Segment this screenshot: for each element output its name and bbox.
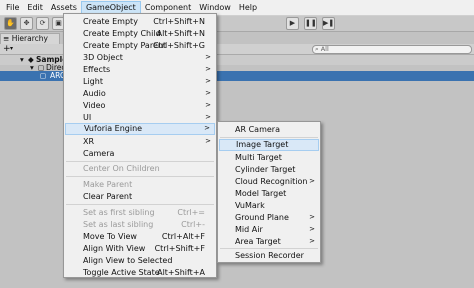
menu-item-area-target[interactable]: Area Target >: [219, 236, 319, 247]
chevron-right-icon: >: [309, 237, 315, 245]
chevron-right-icon: >: [205, 53, 211, 61]
menu-file[interactable]: File: [2, 1, 23, 15]
hand-tool-icon[interactable]: ✋: [4, 17, 17, 30]
menu-item-vuforia-engine[interactable]: Vuforia Engine >: [65, 123, 215, 135]
chevron-right-icon: >: [205, 113, 211, 121]
gameobject-icon: ◻: [40, 71, 47, 80]
hierarchy-search-input[interactable]: ⌕ All: [312, 45, 472, 54]
chevron-right-icon: >: [309, 177, 315, 185]
search-icon: ⌕: [315, 45, 319, 53]
menu-item-image-target[interactable]: Image Target: [219, 139, 319, 151]
chevron-right-icon: >: [309, 213, 315, 221]
chevron-right-icon: >: [205, 101, 211, 109]
menu-item-light[interactable]: Light >: [65, 76, 215, 87]
pause-icon[interactable]: ❚❚: [304, 17, 317, 30]
menu-item-mid-air[interactable]: Mid Air >: [219, 224, 319, 235]
menu-item-cylinder-target[interactable]: Cylinder Target: [219, 164, 319, 175]
menu-item-clear-parent[interactable]: Clear Parent: [65, 191, 215, 202]
move-tool-icon[interactable]: ✥: [20, 17, 33, 30]
chevron-right-icon: >: [205, 77, 211, 85]
menu-item-set-last-sibling[interactable]: Set as last sibling Ctrl+-: [65, 219, 215, 230]
step-icon[interactable]: ▶❚: [322, 17, 335, 30]
menu-item-toggle-active-state[interactable]: Toggle Active State Alt+Shift+A: [65, 267, 215, 278]
menu-separator: [66, 161, 214, 162]
play-icon[interactable]: ▶: [286, 17, 299, 30]
menu-item-cloud-recognition[interactable]: Cloud Recognition >: [219, 176, 319, 187]
chevron-right-icon: >: [204, 124, 210, 132]
chevron-right-icon: >: [205, 137, 211, 145]
menu-separator: [66, 204, 214, 205]
chevron-down-icon[interactable]: ▾: [10, 44, 13, 54]
menu-item-align-with-view[interactable]: Align With View Ctrl+Shift+F: [65, 243, 215, 254]
menu-item-align-view-to-selected[interactable]: Align View to Selected: [65, 255, 215, 266]
menu-item-move-to-view[interactable]: Move To View Ctrl+Alt+F: [65, 231, 215, 242]
menu-item-ground-plane[interactable]: Ground Plane >: [219, 212, 319, 223]
menu-separator: [220, 137, 318, 138]
menu-item-create-empty[interactable]: Create Empty Ctrl+Shift+N: [65, 16, 215, 27]
chevron-right-icon: >: [205, 65, 211, 73]
menu-item-multi-target[interactable]: Multi Target: [219, 152, 319, 163]
menu-item-center-on-children[interactable]: Center On Children: [65, 163, 215, 174]
menu-help[interactable]: Help: [235, 1, 261, 15]
menu-item-audio[interactable]: Audio >: [65, 88, 215, 99]
menu-item-xr[interactable]: XR >: [65, 136, 215, 147]
chevron-right-icon: >: [309, 225, 315, 233]
hierarchy-tab-label: Hierarchy: [11, 34, 48, 43]
menu-item-effects[interactable]: Effects >: [65, 64, 215, 75]
hierarchy-tab-icon: ≡: [3, 34, 10, 43]
menu-item-ui[interactable]: UI >: [65, 112, 215, 123]
menu-item-set-first-sibling[interactable]: Set as first sibling Ctrl+=: [65, 207, 215, 218]
tab-hierarchy[interactable]: ≡ Hierarchy: [0, 33, 60, 44]
menu-item-session-recorder[interactable]: Session Recorder: [219, 250, 319, 261]
gameobject-menu: Create Empty Ctrl+Shift+N Create Empty Ch…: [63, 13, 217, 278]
menu-separator: [220, 248, 318, 249]
vuforia-engine-submenu: AR Camera Image Target Multi Target Cyli…: [217, 121, 321, 263]
menu-item-ar-camera[interactable]: AR Camera: [219, 124, 319, 135]
menu-item-model-target[interactable]: Model Target: [219, 188, 319, 199]
menu-separator: [66, 176, 214, 177]
menu-item-camera[interactable]: Camera: [65, 148, 215, 159]
menu-edit[interactable]: Edit: [23, 1, 47, 15]
menu-item-create-empty-child[interactable]: Create Empty Child Alt+Shift+N: [65, 28, 215, 39]
rotate-tool-icon[interactable]: ⟳: [36, 17, 49, 30]
chevron-right-icon: >: [205, 89, 211, 97]
menu-item-3d-object[interactable]: 3D Object >: [65, 52, 215, 63]
menu-item-make-parent[interactable]: Make Parent: [65, 179, 215, 190]
menu-item-video[interactable]: Video >: [65, 100, 215, 111]
menu-item-vumark[interactable]: VuMark: [219, 200, 319, 211]
menu-item-create-empty-parent[interactable]: Create Empty Parent Ctrl+Shift+G: [65, 40, 215, 51]
